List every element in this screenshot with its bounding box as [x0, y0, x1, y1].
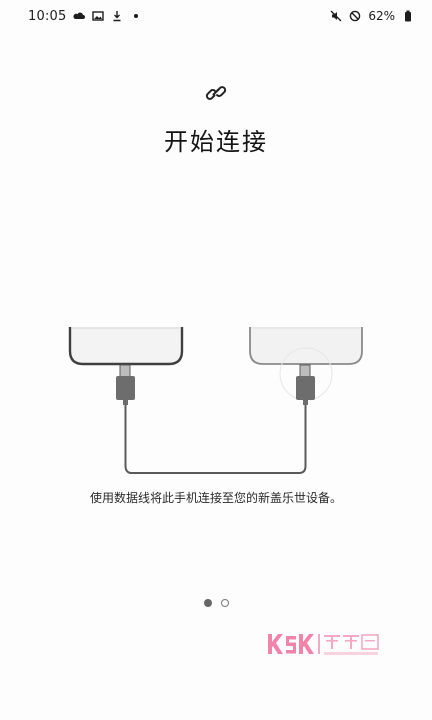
do-not-disturb-icon: [350, 10, 361, 22]
cloud-icon: [73, 12, 86, 19]
dot-icon: [134, 14, 139, 18]
instruction-text: 使用数据线将此手机连接至您的新盖乐世设备。: [89, 491, 342, 505]
status-right: 62%: [330, 9, 414, 23]
mute-icon: [330, 10, 342, 22]
link-icon: [205, 86, 227, 100]
status-time: 10:05: [28, 8, 67, 24]
status-bar: 10:05 62%: [0, 0, 432, 32]
old-phone-graphic: [68, 327, 184, 366]
page-title: 开始连接: [164, 128, 268, 156]
battery-percent: 62%: [368, 9, 395, 23]
ksk-watermark-logo: [268, 634, 379, 655]
phone-connection-illustration: [68, 327, 363, 474]
screen: 10:05 62% 开始连接 使用数据线将此手机连接至您的新盖乐世设备。: [0, 0, 432, 720]
status-left: 10:05: [28, 9, 142, 24]
page-indicator: [0, 599, 432, 607]
right-usb-connector: [296, 364, 315, 405]
image-icon: [92, 11, 105, 21]
usb-cable: [124, 405, 307, 474]
page-dot-1-active[interactable]: [203, 599, 212, 607]
left-usb-connector: [116, 364, 135, 405]
battery-icon: [405, 10, 411, 22]
download-icon: [113, 11, 121, 22]
page-dot-2[interactable]: [220, 599, 229, 607]
